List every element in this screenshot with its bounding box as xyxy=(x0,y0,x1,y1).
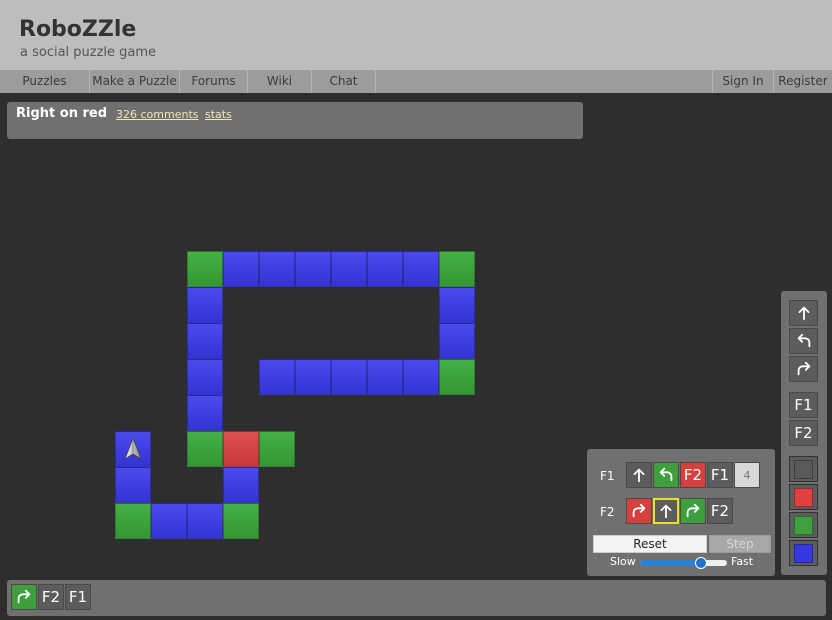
turn-left-icon xyxy=(795,332,813,350)
speed-slider-fill xyxy=(640,560,701,566)
board-tile-green xyxy=(439,251,475,287)
stats-link[interactable]: stats xyxy=(205,108,232,121)
turn-right-icon xyxy=(630,502,648,520)
board-tile-green xyxy=(223,503,259,539)
site-tagline: a social puzzle game xyxy=(20,45,157,60)
board-tile-green xyxy=(439,359,475,395)
nav-sign-in[interactable]: Sign In xyxy=(712,70,773,93)
board-tile-green xyxy=(115,503,151,539)
turn-right-icon xyxy=(15,588,33,606)
puzzle-info-bar: Right on red 326 comments stats xyxy=(7,102,583,139)
color-green-swatch[interactable] xyxy=(789,512,818,538)
speed-slider-thumb[interactable] xyxy=(694,557,707,569)
f1-slot-3[interactable]: F2 xyxy=(680,462,706,488)
board-tile-blue xyxy=(259,359,295,395)
nav-wiki[interactable]: Wiki xyxy=(248,70,312,93)
f1-slot-1[interactable] xyxy=(626,462,652,488)
color-blue-swatch[interactable] xyxy=(789,540,818,566)
f2-slot-4[interactable]: F2 xyxy=(707,498,733,524)
board-tile-blue xyxy=(367,359,403,395)
nav-make-a-puzzle[interactable]: Make a Puzzle xyxy=(90,70,180,93)
board-tile-blue xyxy=(187,395,223,431)
board-tile-blue xyxy=(439,287,475,323)
board-tile-blue xyxy=(187,359,223,395)
board-tile-blue xyxy=(331,251,367,287)
stack-slot-2[interactable]: F2 xyxy=(38,584,64,610)
board-tile-blue xyxy=(331,359,367,395)
tool-call-f2[interactable]: F2 xyxy=(789,420,818,446)
color-gray-swatch[interactable] xyxy=(789,456,818,482)
f2-label: F2 xyxy=(600,505,615,519)
board-tile-blue xyxy=(295,359,331,395)
board-tile-blue xyxy=(403,359,439,395)
nav-chat[interactable]: Chat xyxy=(312,70,376,93)
f1-slot-4[interactable]: F1 xyxy=(707,462,733,488)
board-tile-red xyxy=(223,431,259,467)
step-button[interactable]: Step xyxy=(709,535,771,553)
f1-slot-2[interactable] xyxy=(653,462,679,488)
nav-forums[interactable]: Forums xyxy=(180,70,248,93)
tool-forward[interactable] xyxy=(789,300,818,326)
fast-label: Fast xyxy=(731,555,754,568)
board-tile-blue xyxy=(187,503,223,539)
color-red-swatch[interactable] xyxy=(789,484,818,510)
board-tile-blue xyxy=(187,323,223,359)
puzzle-title: Right on red xyxy=(16,106,108,121)
site-title[interactable]: RoboZZle xyxy=(19,17,136,42)
f2-slot-2[interactable] xyxy=(653,498,679,524)
tool-turn-left[interactable] xyxy=(789,328,818,354)
board-tile-blue xyxy=(115,467,151,503)
call-stack-bar: F2 F1 xyxy=(7,580,826,616)
board-tile-blue xyxy=(367,251,403,287)
board-tile-blue xyxy=(439,323,475,359)
board-tile-green xyxy=(259,431,295,467)
forward-arrow-icon xyxy=(657,502,675,520)
board-tile-green xyxy=(187,431,223,467)
stack-slot-1[interactable] xyxy=(11,584,37,610)
nav-puzzles[interactable]: Puzzles xyxy=(0,70,90,93)
board-tile-blue xyxy=(115,431,151,467)
slow-label: Slow xyxy=(610,555,636,568)
turn-left-icon xyxy=(657,466,675,484)
tool-turn-right[interactable] xyxy=(789,356,818,382)
command-toolbox: F1 F2 xyxy=(781,291,827,575)
f2-slot-1[interactable] xyxy=(626,498,652,524)
program-panel: F1 F2 F2 F1 4 F2 Reset Step Slow Fast xyxy=(587,449,775,576)
board-tile-blue xyxy=(187,287,223,323)
f1-label: F1 xyxy=(600,469,615,483)
turn-right-icon xyxy=(684,502,702,520)
stack-slot-3[interactable]: F1 xyxy=(65,584,91,610)
tool-call-f1[interactable]: F1 xyxy=(789,392,818,418)
board-tile-blue xyxy=(223,251,259,287)
board-tile-blue xyxy=(223,467,259,503)
nav-register[interactable]: Register xyxy=(773,70,832,93)
robot-arrow-icon xyxy=(123,436,143,461)
board-tile-blue xyxy=(259,251,295,287)
f1-slot-5[interactable]: 4 xyxy=(734,462,760,488)
f2-slot-3[interactable] xyxy=(680,498,706,524)
speed-slider[interactable] xyxy=(640,557,727,569)
forward-arrow-icon xyxy=(795,304,813,322)
board-tile-green xyxy=(187,251,223,287)
comments-link[interactable]: 326 comments xyxy=(116,108,198,121)
board-tile-blue xyxy=(151,503,187,539)
site-header: RoboZZle a social puzzle game xyxy=(0,0,832,70)
forward-arrow-icon xyxy=(630,466,648,484)
board-tile-blue xyxy=(295,251,331,287)
main-nav: Puzzles Make a Puzzle Forums Wiki Chat S… xyxy=(0,70,832,93)
board-tile-blue xyxy=(403,251,439,287)
reset-button[interactable]: Reset xyxy=(593,535,707,553)
turn-right-icon xyxy=(795,360,813,378)
